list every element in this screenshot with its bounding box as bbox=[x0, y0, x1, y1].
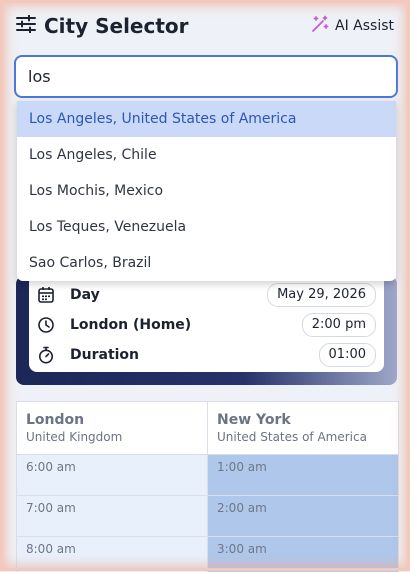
title-group: City Selector bbox=[16, 14, 189, 38]
ai-assist-label: AI Assist bbox=[335, 18, 394, 34]
suggestion-item[interactable]: Los Teques, Venezuela bbox=[17, 209, 396, 245]
ai-assist-button[interactable]: AI Assist bbox=[311, 15, 394, 37]
home-time-value[interactable]: 2:00 pm bbox=[301, 313, 376, 337]
suggestion-item[interactable]: Sao Carlos, Brazil bbox=[17, 245, 396, 281]
column-header[interactable]: London United Kingdom bbox=[17, 402, 207, 455]
calendar-icon bbox=[37, 286, 55, 304]
timezone-grid: London United Kingdom 6:00 am 7:00 am 8:… bbox=[16, 401, 399, 572]
duration-value[interactable]: 01:00 bbox=[318, 343, 376, 367]
home-time-label: London (Home) bbox=[70, 317, 192, 333]
city-name: London bbox=[26, 412, 85, 428]
time-slot[interactable]: 2:00 am bbox=[208, 496, 398, 537]
day-value[interactable]: May 29, 2026 bbox=[267, 283, 376, 307]
duration-row: Duration 01:00 bbox=[29, 340, 384, 370]
country-name: United Kingdom bbox=[26, 430, 123, 444]
time-slot[interactable]: 3:00 am bbox=[208, 537, 398, 572]
clock-icon bbox=[37, 316, 55, 334]
time-slot[interactable]: 1:00 am bbox=[208, 455, 398, 496]
sliders-icon[interactable] bbox=[16, 14, 36, 37]
home-time-row: London (Home) 2:00 pm bbox=[29, 310, 384, 340]
day-row: Day May 29, 2026 bbox=[29, 280, 384, 310]
city-search-input[interactable] bbox=[14, 55, 398, 98]
city-name: New York bbox=[217, 412, 291, 428]
page-title: City Selector bbox=[44, 14, 189, 38]
suggestion-item[interactable]: Los Angeles, United States of America bbox=[17, 101, 396, 137]
city-suggestions-dropdown: Los Angeles, United States of America Lo… bbox=[17, 101, 396, 281]
magic-wand-icon bbox=[311, 15, 329, 37]
time-slot[interactable]: 6:00 am bbox=[17, 455, 207, 496]
day-label: Day bbox=[70, 287, 100, 303]
time-slot[interactable]: 8:00 am bbox=[17, 537, 207, 572]
timezone-column-london: London United Kingdom 6:00 am 7:00 am 8:… bbox=[17, 402, 207, 572]
meeting-details-card: Day May 29, 2026 London (Home) 2:00 pm D… bbox=[29, 280, 384, 372]
suggestion-item[interactable]: Los Mochis, Mexico bbox=[17, 173, 396, 209]
stopwatch-icon bbox=[37, 346, 55, 364]
column-header[interactable]: New York United States of America bbox=[208, 402, 398, 455]
time-slot[interactable]: 7:00 am bbox=[17, 496, 207, 537]
suggestion-item[interactable]: Los Angeles, Chile bbox=[17, 137, 396, 173]
timezone-column-new-york: New York United States of America 1:00 a… bbox=[207, 402, 398, 572]
header: City Selector AI Assist bbox=[16, 10, 394, 42]
country-name: United States of America bbox=[217, 430, 367, 444]
duration-label: Duration bbox=[70, 347, 140, 363]
